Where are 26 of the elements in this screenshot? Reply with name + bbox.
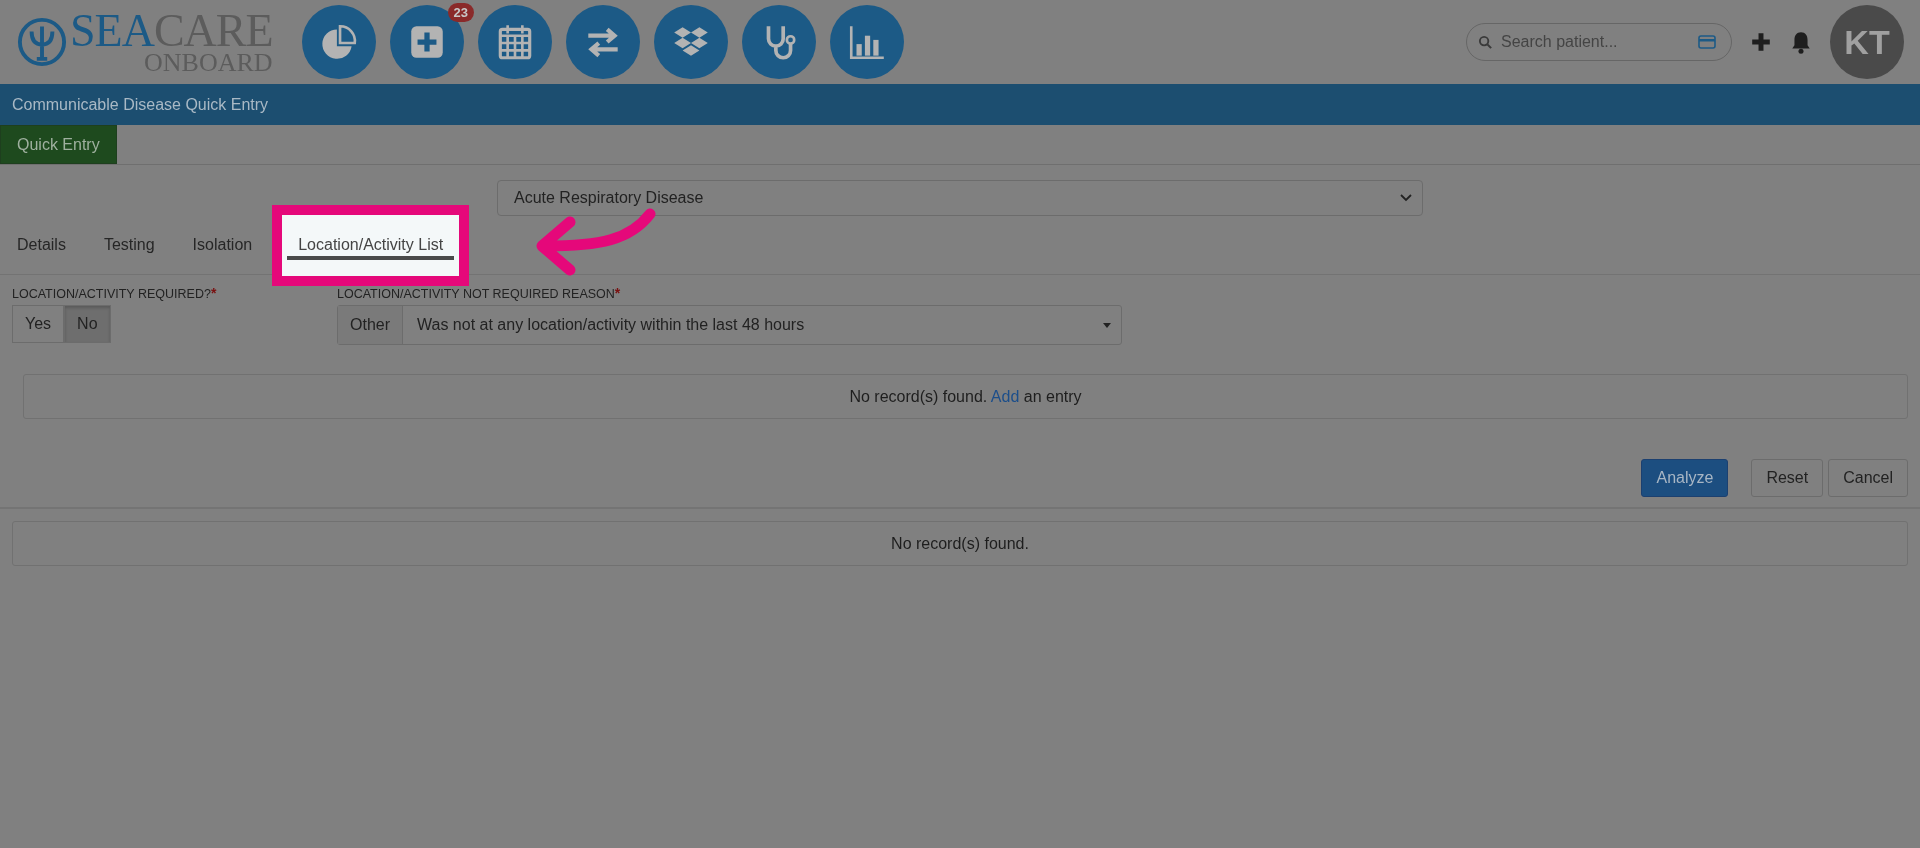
action-button[interactable]: Reset <box>1751 459 1824 497</box>
user-avatar[interactable]: KT <box>1830 5 1904 79</box>
add-link[interactable]: Add <box>990 387 1020 405</box>
field-label: LOCATION/ACTIVITY REQUIRED?* <box>12 285 218 301</box>
field-label: LOCATION/ACTIVITY NOT REQUIRED REASON* <box>337 285 622 301</box>
notification-badge: 23 <box>447 3 474 22</box>
chevron-down-icon <box>1400 194 1412 202</box>
search-icon <box>1478 35 1493 50</box>
tab[interactable]: Isolation <box>180 225 265 265</box>
plus-icon[interactable] <box>1750 31 1772 53</box>
empty-message: No record(s) found. <box>891 534 1029 553</box>
page-title: Communicable Disease Quick Entry <box>12 95 269 114</box>
toggle-button[interactable]: Yes <box>12 305 65 343</box>
card-icon <box>1698 35 1716 49</box>
empty-message: No record(s) found. Add an entry <box>849 387 1082 406</box>
toggle-button[interactable]: No <box>64 305 111 343</box>
disease-select[interactable]: Acute Respiratory Disease <box>497 180 1423 216</box>
tab[interactable]: Testing <box>91 225 167 265</box>
tab[interactable]: Details <box>5 225 78 265</box>
search-field[interactable]: Search patient... <box>1466 23 1732 61</box>
action-button[interactable]: Cancel <box>1828 459 1908 497</box>
quick-entry-tab[interactable]: Quick Entry <box>0 125 117 164</box>
trident-icon <box>16 16 68 68</box>
action-button[interactable]: Analyze <box>1641 459 1729 497</box>
logo-text: SEA <box>70 5 154 56</box>
bell-icon[interactable] <box>1790 30 1812 54</box>
